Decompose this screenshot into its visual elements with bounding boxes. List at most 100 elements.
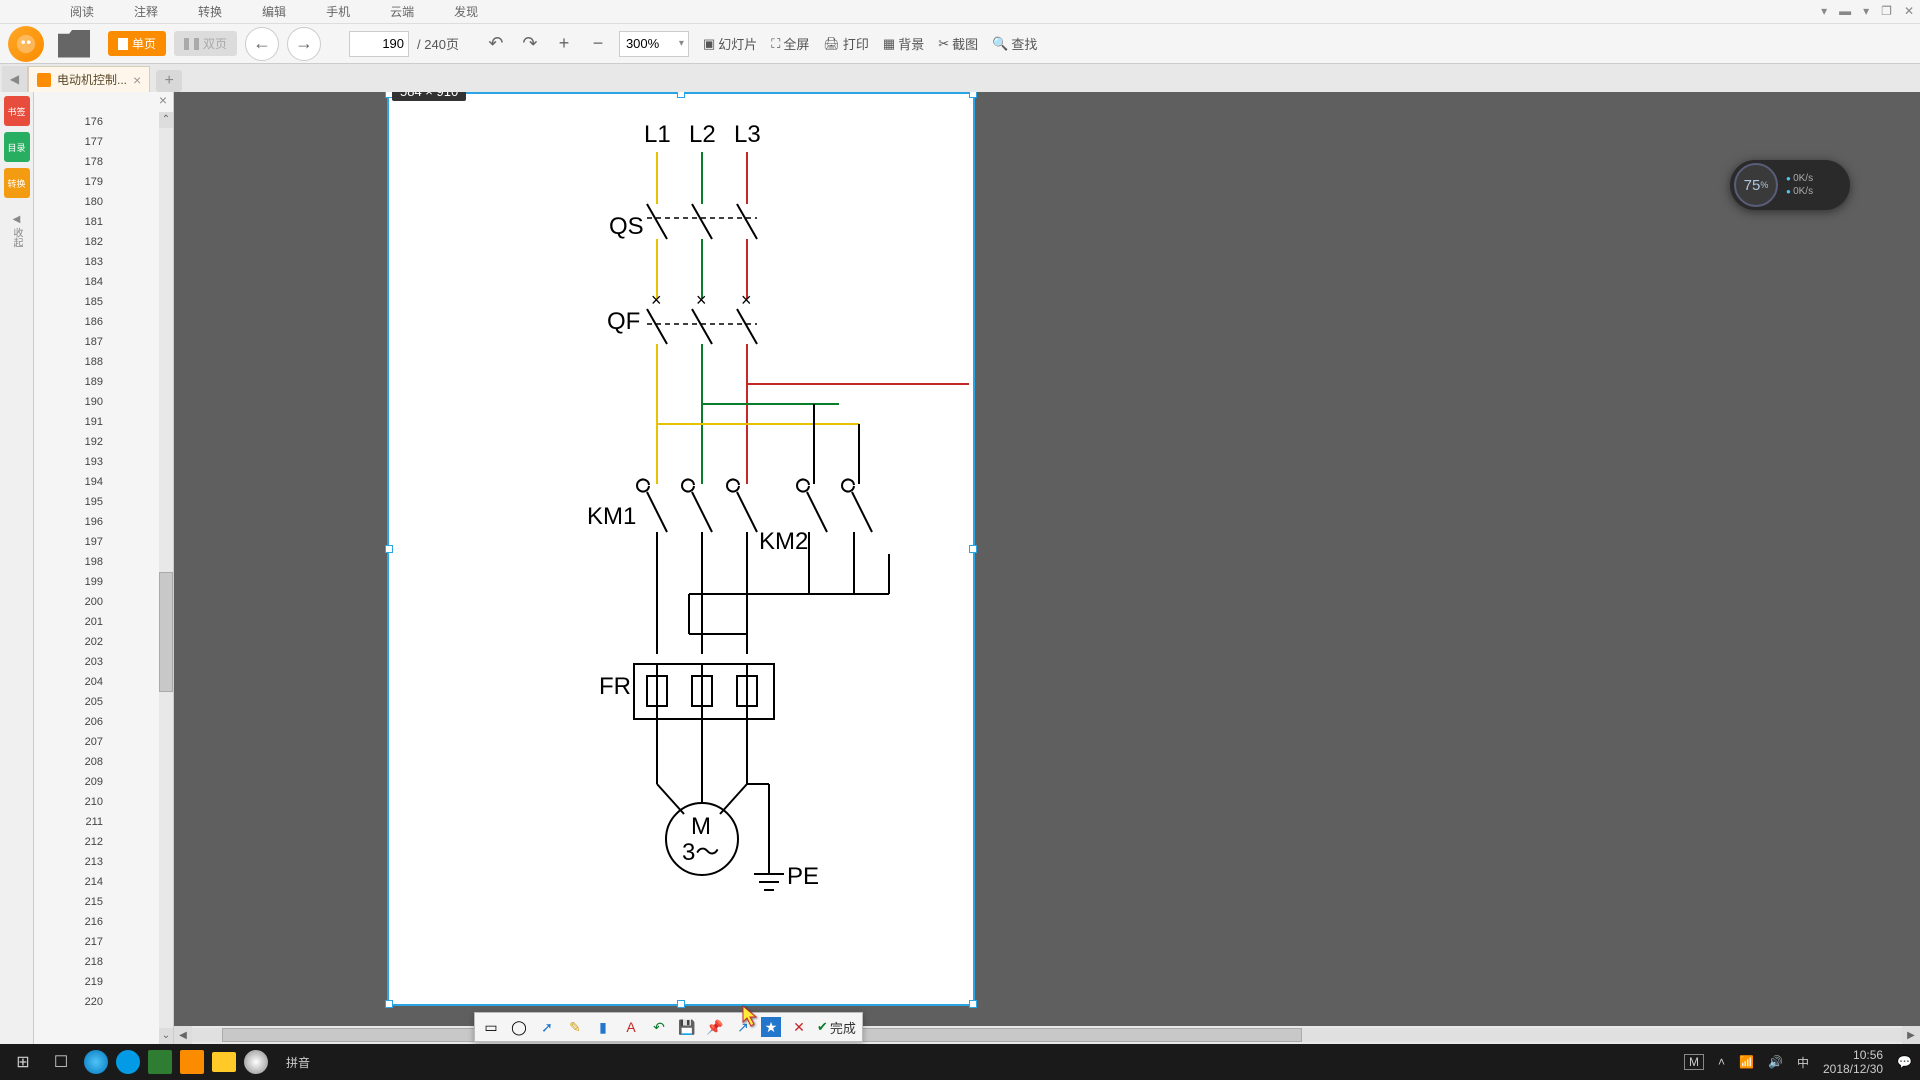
selection-handle-w[interactable] <box>385 545 393 553</box>
snip-ellipse-icon[interactable]: ◯ <box>509 1017 529 1037</box>
taskbar-app-2[interactable] <box>116 1050 140 1074</box>
snip-text-icon[interactable]: A <box>621 1017 641 1037</box>
snip-undo-icon[interactable]: ↶ <box>649 1017 669 1037</box>
tray-ime-icon[interactable]: 中 <box>1797 1054 1809 1071</box>
taskbar-clock[interactable]: 10:56 2018/12/30 <box>1823 1048 1883 1077</box>
search-button[interactable]: 🔍 查找 <box>992 34 1037 53</box>
taskbar-app-4[interactable] <box>180 1050 204 1074</box>
thumb-page[interactable]: 220 <box>34 992 173 1012</box>
thumb-page[interactable]: 213 <box>34 852 173 872</box>
snip-share-icon[interactable]: ↗ <box>733 1017 753 1037</box>
print-button[interactable]: 🖨 打印 <box>823 34 869 53</box>
thumb-page[interactable]: 185 <box>34 292 173 312</box>
thumbs-scroll-up-icon[interactable]: ⌃ <box>159 112 173 128</box>
thumbs-scroll-handle[interactable] <box>159 572 173 692</box>
taskview-icon[interactable]: ☐ <box>46 1048 76 1076</box>
tray-notifications-icon[interactable]: 💬 <box>1897 1055 1912 1069</box>
document-tab[interactable]: 电动机控制... × <box>28 66 150 92</box>
page-input[interactable] <box>349 31 409 57</box>
thumb-page[interactable]: 203 <box>34 652 173 672</box>
screenshot-button[interactable]: ✂ 截图 <box>938 34 978 53</box>
thumb-page[interactable]: 190 <box>34 392 173 412</box>
menu-cloud[interactable]: 云端 <box>390 3 414 20</box>
thumb-page[interactable]: 180 <box>34 192 173 212</box>
document-viewport[interactable]: L2 FU SB1 3 SB3 <box>174 92 1920 1044</box>
snip-cancel-icon[interactable]: ✕ <box>789 1017 809 1037</box>
thumb-page[interactable]: 189 <box>34 372 173 392</box>
thumb-page[interactable]: 218 <box>34 952 173 972</box>
win-close-icon[interactable]: ✕ <box>1904 4 1914 18</box>
thumb-page[interactable]: 211 <box>34 812 173 832</box>
menu-note[interactable]: 注释 <box>134 3 158 20</box>
snip-highlight-icon[interactable]: ▮ <box>593 1017 613 1037</box>
thumb-page[interactable]: 206 <box>34 712 173 732</box>
zoom-in-icon[interactable]: + <box>551 31 577 57</box>
selection-handle-n[interactable] <box>677 92 685 98</box>
thumb-page[interactable]: 184 <box>34 272 173 292</box>
screenshot-selection[interactable]: L1 L2 L3 QS <box>389 94 973 1004</box>
thumb-page[interactable]: 207 <box>34 732 173 752</box>
thumb-page[interactable]: 210 <box>34 792 173 812</box>
thumb-page[interactable]: 192 <box>34 432 173 452</box>
thumb-page[interactable]: 217 <box>34 932 173 952</box>
snip-arrow-icon[interactable]: ➚ <box>537 1017 557 1037</box>
thumb-page[interactable]: 200 <box>34 592 173 612</box>
menu-discover[interactable]: 发现 <box>454 3 478 20</box>
snip-star-icon[interactable]: ★ <box>761 1017 781 1037</box>
thumb-page[interactable]: 177 <box>34 132 173 152</box>
thumb-page[interactable]: 183 <box>34 252 173 272</box>
tray-m-icon[interactable]: M <box>1684 1054 1704 1070</box>
zoom-select[interactable]: 300% <box>619 31 689 57</box>
fullscreen-button[interactable]: ⛶ 全屏 <box>771 34 809 53</box>
thumb-page[interactable]: 181 <box>34 212 173 232</box>
thumb-page[interactable]: 194 <box>34 472 173 492</box>
app-icon[interactable] <box>8 26 44 62</box>
tab-pin-icon[interactable]: ◀ <box>2 66 28 92</box>
double-page-button[interactable]: 双页 <box>174 31 237 56</box>
taskbar-explorer-icon[interactable] <box>212 1052 236 1072</box>
thumb-page[interactable]: 199 <box>34 572 173 592</box>
menu-mobile[interactable]: 手机 <box>326 3 350 20</box>
thumb-page[interactable]: 196 <box>34 512 173 532</box>
thumb-page[interactable]: 212 <box>34 832 173 852</box>
selection-handle-sw[interactable] <box>385 1000 393 1008</box>
menu-edit[interactable]: 编辑 <box>262 3 286 20</box>
thumb-page[interactable]: 214 <box>34 872 173 892</box>
thumb-page[interactable]: 204 <box>34 672 173 692</box>
thumb-page[interactable]: 201 <box>34 612 173 632</box>
thumb-page[interactable]: 197 <box>34 532 173 552</box>
sidebar-outline-icon[interactable]: 目录 <box>4 132 30 162</box>
thumb-page[interactable]: 219 <box>34 972 173 992</box>
thumb-page[interactable]: 216 <box>34 912 173 932</box>
zoom-out-icon[interactable]: − <box>585 31 611 57</box>
tray-network-icon[interactable]: 📶 <box>1739 1055 1754 1069</box>
sidebar-collapse-label[interactable]: ◀ 收起 <box>9 214 24 248</box>
hscroll-track[interactable] <box>192 1028 1902 1042</box>
snip-pin-icon[interactable]: 📌 <box>705 1017 725 1037</box>
selection-handle-ne[interactable] <box>969 92 977 98</box>
slideshow-button[interactable]: ▣ 幻灯片 <box>703 34 757 53</box>
thumbs-scrollbar[interactable]: ⌃ ⌄ <box>159 112 173 1044</box>
next-page-button[interactable]: → <box>287 27 321 61</box>
thumb-page[interactable]: 208 <box>34 752 173 772</box>
taskbar-browser-icon[interactable] <box>244 1050 268 1074</box>
thumb-page[interactable]: 195 <box>34 492 173 512</box>
thumb-page[interactable]: 182 <box>34 232 173 252</box>
thumb-page[interactable]: 187 <box>34 332 173 352</box>
thumb-page[interactable]: 202 <box>34 632 173 652</box>
snip-rect-icon[interactable]: ▭ <box>481 1017 501 1037</box>
tray-up-icon[interactable]: ˄ <box>1718 1055 1725 1069</box>
thumb-page[interactable]: 179 <box>34 172 173 192</box>
thumb-page[interactable]: 205 <box>34 692 173 712</box>
sidebar-convert-icon[interactable]: 转换 <box>4 168 30 198</box>
tab-close-icon[interactable]: × <box>133 72 141 88</box>
taskbar-ime-label[interactable]: 拼音 <box>286 1054 310 1071</box>
background-button[interactable]: ▦ 背景 <box>883 34 924 53</box>
performance-widget[interactable]: 75% 0K/s 0K/s <box>1730 160 1850 210</box>
taskbar-app-3[interactable] <box>148 1050 172 1074</box>
win-max-icon[interactable]: ❐ <box>1881 4 1892 18</box>
selection-handle-se[interactable] <box>969 1000 977 1008</box>
thumb-page[interactable]: 198 <box>34 552 173 572</box>
thumb-page[interactable]: 209 <box>34 772 173 792</box>
taskbar-app-1[interactable] <box>84 1050 108 1074</box>
